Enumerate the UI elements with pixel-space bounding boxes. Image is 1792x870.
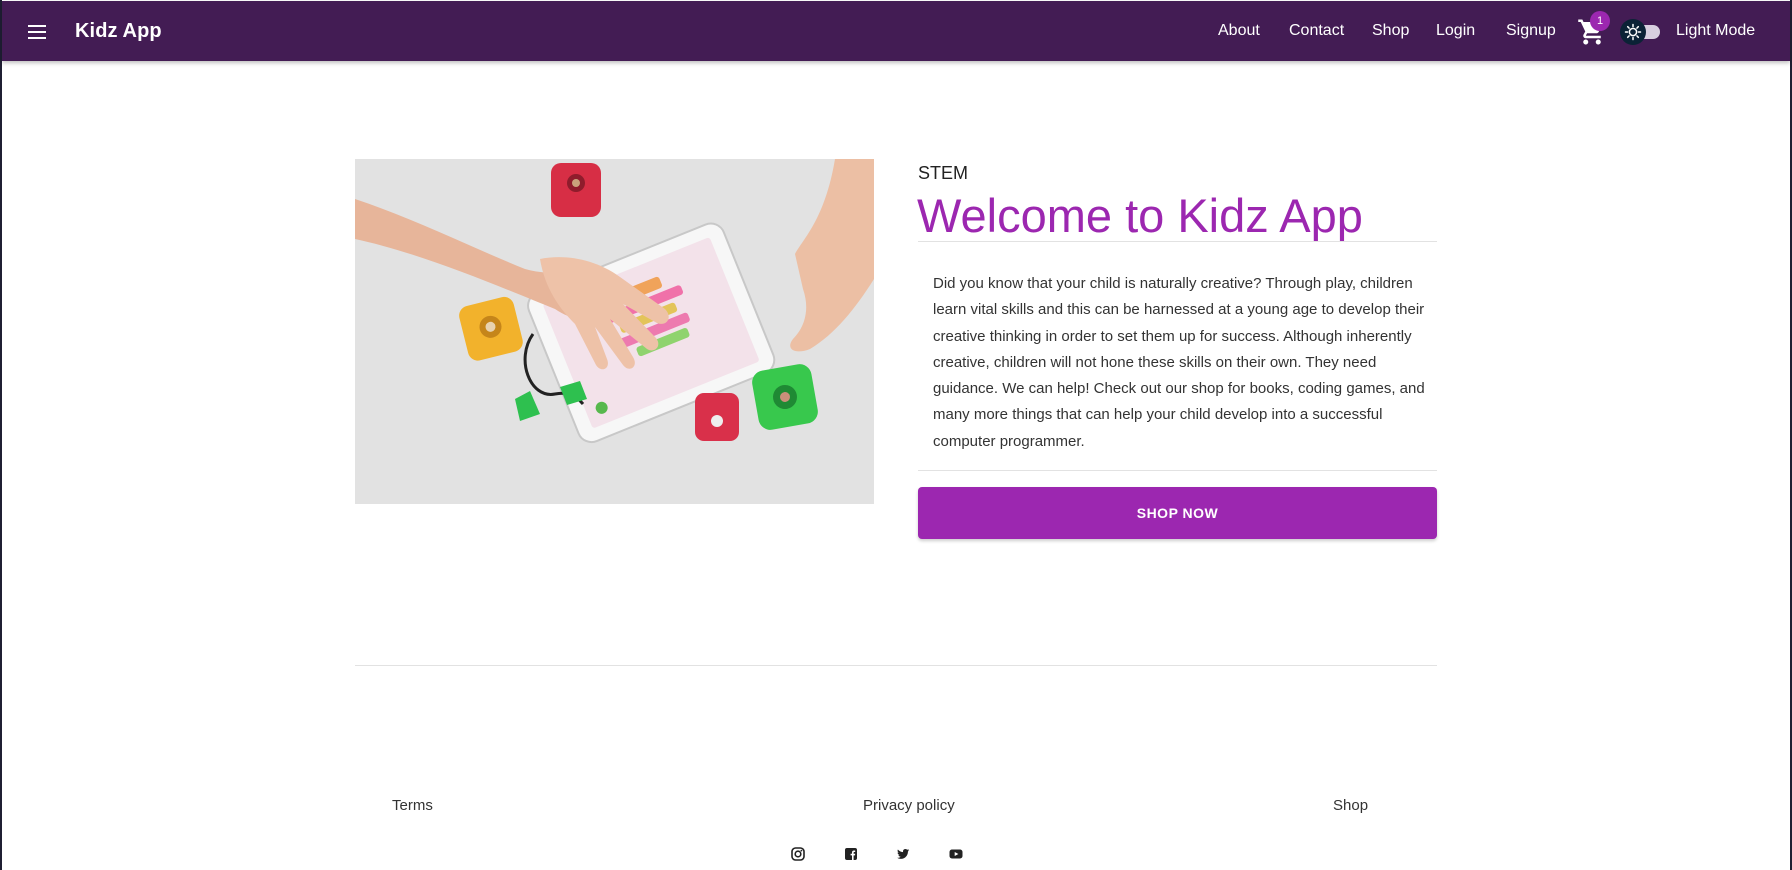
footer-shop-link[interactable]: Shop xyxy=(1333,797,1368,814)
sun-icon xyxy=(1620,19,1646,45)
shop-now-button[interactable]: SHOP NOW xyxy=(918,487,1437,539)
youtube-icon[interactable] xyxy=(949,847,963,861)
window-frame-left xyxy=(0,0,2,870)
cart-count-badge: 1 xyxy=(1590,11,1610,31)
nav-login[interactable]: Login xyxy=(1436,22,1475,40)
theme-mode-label: Light Mode xyxy=(1676,22,1756,39)
app-title[interactable]: Kidz App xyxy=(75,20,162,43)
theme-toggle[interactable] xyxy=(1620,19,1664,45)
twitter-icon[interactable] xyxy=(896,847,910,861)
hero-description: Did you know that your child is naturall… xyxy=(933,275,1425,450)
hero-overline: STEM xyxy=(918,163,969,183)
page-title: Welcome to Kidz App xyxy=(917,189,1363,242)
nav-about[interactable]: About xyxy=(1218,22,1260,40)
app-bar: Kidz App About Contact Shop Login Signup… xyxy=(2,1,1790,61)
footer-terms-link[interactable]: Terms xyxy=(392,797,433,814)
facebook-icon[interactable] xyxy=(844,847,858,861)
description-divider xyxy=(918,470,1437,471)
footer-divider xyxy=(355,665,1437,666)
instagram-icon[interactable] xyxy=(791,847,805,861)
nav-contact[interactable]: Contact xyxy=(1289,22,1344,40)
nav-shop[interactable]: Shop xyxy=(1372,22,1409,40)
hero-image xyxy=(355,159,874,504)
footer-privacy-link[interactable]: Privacy policy xyxy=(863,797,955,814)
title-divider xyxy=(918,241,1437,242)
menu-icon[interactable] xyxy=(22,17,52,47)
nav-signup[interactable]: Signup xyxy=(1506,22,1556,40)
